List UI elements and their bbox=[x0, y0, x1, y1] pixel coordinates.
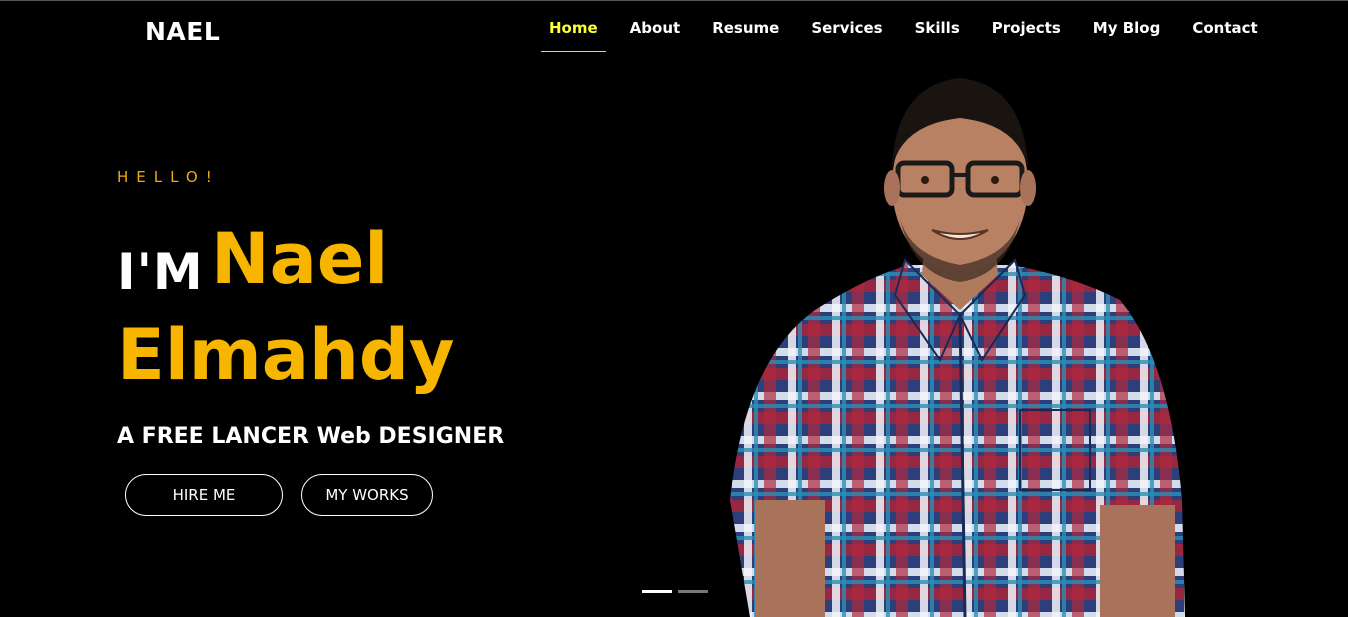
nav-my-blog[interactable]: My Blog bbox=[1093, 0, 1161, 56]
main-nav: Home About Resume Services Skills Projec… bbox=[538, 0, 1258, 56]
nav-about[interactable]: About bbox=[630, 0, 681, 56]
nav-about-label: About bbox=[629, 19, 681, 37]
nav-home-label: Home bbox=[549, 19, 598, 37]
slider-dot-1[interactable] bbox=[642, 590, 672, 593]
nav-projects-label: Projects bbox=[991, 19, 1061, 37]
my-works-button[interactable]: MY WORKS bbox=[301, 474, 433, 516]
nav-my-blog-label: My Blog bbox=[1092, 19, 1161, 37]
nav-services-label: Services bbox=[811, 19, 883, 37]
nav-services[interactable]: Services bbox=[811, 0, 882, 56]
hero-subtitle: A FREE LANCER Web DESIGNER bbox=[117, 424, 505, 449]
nav-contact-label: Contact bbox=[1192, 19, 1258, 37]
brand-logo[interactable]: NAEL bbox=[145, 17, 220, 46]
nav-active-underline bbox=[541, 51, 606, 52]
hire-me-button[interactable]: HIRE ME bbox=[125, 474, 283, 516]
hero-greeting: HELLO! bbox=[117, 168, 220, 186]
nav-projects[interactable]: Projects bbox=[992, 0, 1061, 56]
nav-home[interactable]: Home bbox=[541, 0, 606, 56]
hero-intro: I'M bbox=[117, 243, 204, 301]
nav-resume[interactable]: Resume bbox=[712, 0, 779, 56]
hero-page: NAEL Home About Resume Services Skills P… bbox=[0, 0, 1348, 617]
slider-dot-2[interactable] bbox=[678, 590, 708, 593]
nav-skills-label: Skills bbox=[914, 19, 960, 37]
nav-skills[interactable]: Skills bbox=[915, 0, 960, 56]
hero-first-name: Nael bbox=[211, 218, 389, 300]
nav-contact[interactable]: Contact bbox=[1192, 0, 1257, 56]
nav-resume-label: Resume bbox=[712, 19, 780, 37]
hero-last-name: Elmahdy bbox=[117, 314, 455, 396]
portrait-photo bbox=[730, 78, 1185, 617]
